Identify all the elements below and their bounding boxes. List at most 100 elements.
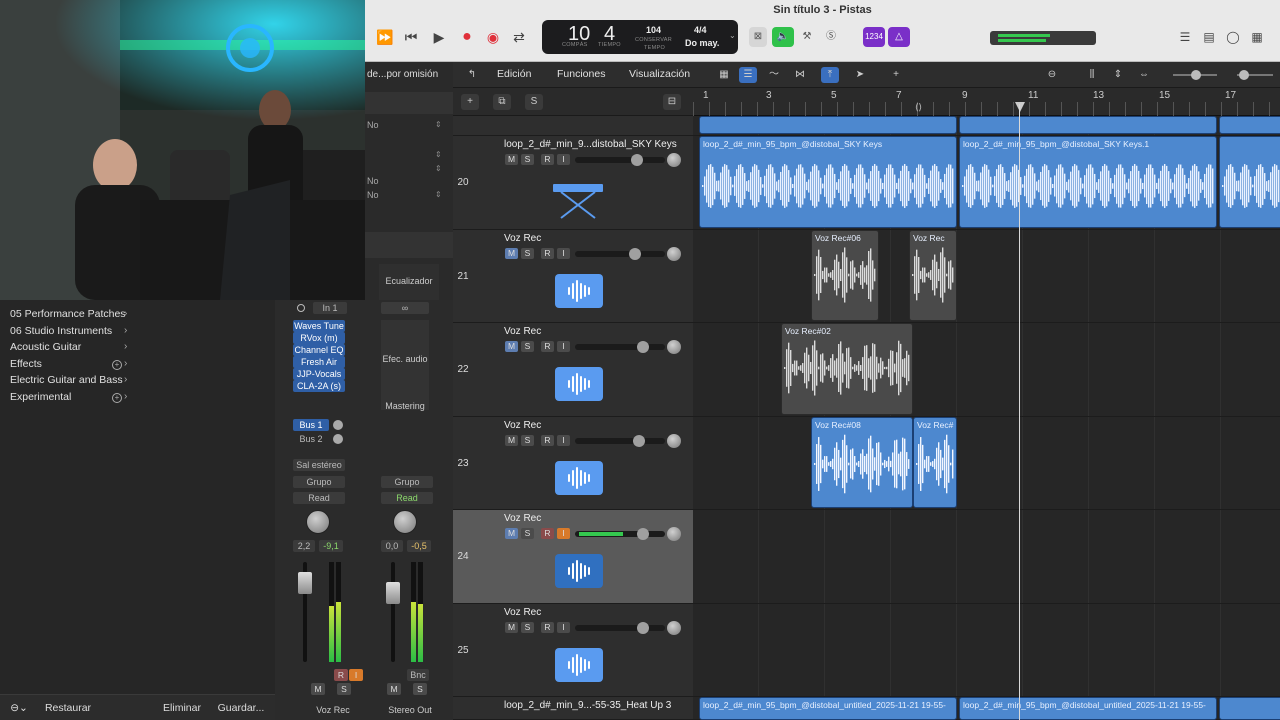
browser-icon[interactable]: ▦	[1247, 27, 1267, 47]
pan-knob[interactable]	[306, 510, 330, 534]
chevron-right-icon[interactable]: ›	[124, 341, 127, 352]
volume-slider[interactable]	[575, 154, 665, 166]
duplicate-track-icon[interactable]: ⧉	[493, 94, 511, 110]
pan-knob[interactable]	[393, 510, 417, 534]
stepper-icon[interactable]: ⇕	[435, 190, 442, 199]
input-slot[interactable]: In 1	[313, 302, 347, 314]
record-enable-button[interactable]: R	[334, 669, 348, 681]
play-button[interactable]: ▶	[429, 27, 449, 47]
audio-region[interactable]	[1219, 116, 1280, 134]
volume-slider-knob[interactable]	[633, 435, 645, 447]
input-monitor-button[interactable]: I	[557, 154, 570, 165]
chevron-down-icon[interactable]: ⌄	[729, 31, 736, 40]
download-icon[interactable]: +	[112, 359, 122, 370]
track-name[interactable]: Voz Rec	[504, 326, 541, 337]
audio-region[interactable]: Voz Rec#	[913, 417, 957, 508]
audio-region[interactable]: loop_2_d#_min_95_bpm_@distobal_untitled_…	[699, 697, 957, 720]
audio-region[interactable]	[1219, 136, 1280, 228]
vertical-zoom-slider[interactable]	[1191, 70, 1201, 80]
solo-button[interactable]: S	[521, 154, 534, 165]
mute-button[interactable]: M	[505, 248, 518, 259]
record-enable-button[interactable]: R	[541, 248, 554, 259]
audio-region[interactable]	[959, 116, 1217, 134]
mute-button[interactable]: M	[505, 154, 518, 165]
list-view-icon[interactable]: ☰	[739, 67, 757, 83]
plugin-slot[interactable]: Waves Tune	[293, 320, 345, 332]
volume-slider[interactable]	[575, 528, 665, 540]
eq-label[interactable]: Ecualizador	[379, 276, 439, 286]
track-lane[interactable]	[693, 604, 1280, 697]
save-button[interactable]: Guardar...	[212, 700, 270, 716]
automation-mode[interactable]: Read	[381, 492, 433, 504]
track-name[interactable]: Voz Rec	[504, 607, 541, 618]
notes-icon[interactable]: ▤	[1199, 27, 1219, 47]
lcd-display[interactable]: 10 4 COMPÁS TIEMPO 104 CONSERVAR TEMPO 4…	[542, 20, 738, 54]
track-name[interactable]: loop_2_d#_min_9...distobal_SKY Keys	[504, 139, 677, 150]
inspector-field[interactable]: No	[365, 176, 453, 190]
track-header-partial[interactable]	[453, 116, 693, 136]
chevron-right-icon[interactable]: ›	[124, 308, 127, 319]
plugin-slot[interactable]: Channel EQ	[293, 344, 345, 356]
audio-region[interactable]: loop_2_d#_min_95_bpm_@distobal_SKY Keys	[699, 136, 957, 228]
edit-menu[interactable]: Edición	[497, 68, 531, 80]
snap-icon[interactable]: ⊖	[1043, 67, 1061, 83]
track-lane[interactable]: Voz Rec#08 Voz Rec#	[693, 417, 1280, 510]
record-enable-button[interactable]: R	[541, 341, 554, 352]
mute-button[interactable]: M	[387, 683, 401, 695]
solo-button[interactable]: S	[521, 435, 534, 446]
plus-tool-icon[interactable]: +	[887, 67, 905, 83]
waveform-zoom-icon[interactable]: ⫼	[1083, 67, 1101, 83]
input-format-icon[interactable]	[297, 304, 305, 312]
pan-knob[interactable]	[667, 247, 681, 261]
track-header[interactable]: 21 Voz Rec M S R I	[453, 230, 693, 323]
plugin-slot[interactable]: JJP-Vocals	[293, 368, 345, 380]
volume-slider-knob[interactable]	[637, 528, 649, 540]
plugin-slot[interactable]: RVox (m)	[293, 332, 345, 344]
chevron-right-icon[interactable]: ›	[124, 391, 127, 402]
audio-region[interactable]: loop_2_d#_min_95_bpm_@distobal_untitled_…	[959, 697, 1217, 720]
bounce-button[interactable]: Bnc	[407, 669, 429, 681]
capture-record-button[interactable]: ◉	[483, 27, 503, 47]
volume-readout[interactable]: 2,2	[293, 540, 315, 552]
tuner-icon[interactable]: ⊠	[749, 27, 767, 47]
solo-button[interactable]: S	[337, 683, 351, 695]
mute-button[interactable]: M	[311, 683, 325, 695]
track-lane[interactable]: loop_2_d#_min_95_bpm_@distobal_SKY Keys …	[693, 136, 1280, 230]
back-icon[interactable]: ↰	[463, 67, 481, 83]
audio-region[interactable]: Voz Rec#08	[811, 417, 913, 508]
resize-icon[interactable]: ⟨⟩	[915, 102, 922, 113]
record-enable-button[interactable]: R	[541, 528, 554, 539]
score-icon[interactable]: Ⓢ	[822, 27, 840, 47]
track-lane-partial[interactable]	[693, 116, 1280, 136]
volume-slider-knob[interactable]	[629, 248, 641, 260]
pan-knob[interactable]	[667, 621, 681, 635]
send-knob[interactable]	[333, 434, 343, 444]
timeline-ruler[interactable]: 1 3 5 7 9 11 13 15 17 ⟨⟩	[693, 88, 1280, 116]
audio-fx-label[interactable]: Efec. audio	[379, 354, 431, 364]
audio-region[interactable]: loop_2_d#_min_95_bpm_@distobal_SKY Keys.…	[959, 136, 1217, 228]
list-icon[interactable]: ☰	[1175, 27, 1195, 47]
stepper-icon[interactable]: ⇕	[435, 164, 442, 173]
track-header[interactable]: 20 loop_2_d#_min_9...distobal_SKY Keys M…	[453, 136, 693, 230]
flex-icon[interactable]: ⋈	[791, 67, 809, 83]
wrench-icon[interactable]: ⚒	[798, 27, 816, 47]
track-header[interactable]: 25 Voz Rec M S R I	[453, 604, 693, 697]
plugin-slot[interactable]: CLA-2A (s)	[293, 380, 345, 392]
volume-slider-knob[interactable]	[631, 154, 643, 166]
record-enable-button[interactable]: R	[541, 622, 554, 633]
track-name[interactable]: Voz Rec	[504, 420, 541, 431]
loops-icon[interactable]: ◯	[1223, 27, 1243, 47]
volume-slider[interactable]	[575, 435, 665, 447]
group-slot[interactable]: Grupo	[293, 476, 345, 488]
track-lane[interactable]: Voz Rec#02	[693, 323, 1280, 417]
link-icon[interactable]: ∞	[381, 302, 429, 314]
chevron-right-icon[interactable]: ›	[124, 358, 127, 369]
send-knob[interactable]	[333, 420, 343, 430]
playhead[interactable]	[1019, 104, 1020, 720]
track-header[interactable]: 22 Voz Rec M S R I	[453, 323, 693, 417]
track-lane[interactable]: Voz Rec#06 Voz Rec	[693, 230, 1280, 323]
pan-knob[interactable]	[667, 527, 681, 541]
solo-button[interactable]: S	[521, 528, 534, 539]
peak-readout[interactable]: -9,1	[319, 540, 343, 552]
collapse-icon[interactable]: ⊟	[663, 94, 681, 110]
